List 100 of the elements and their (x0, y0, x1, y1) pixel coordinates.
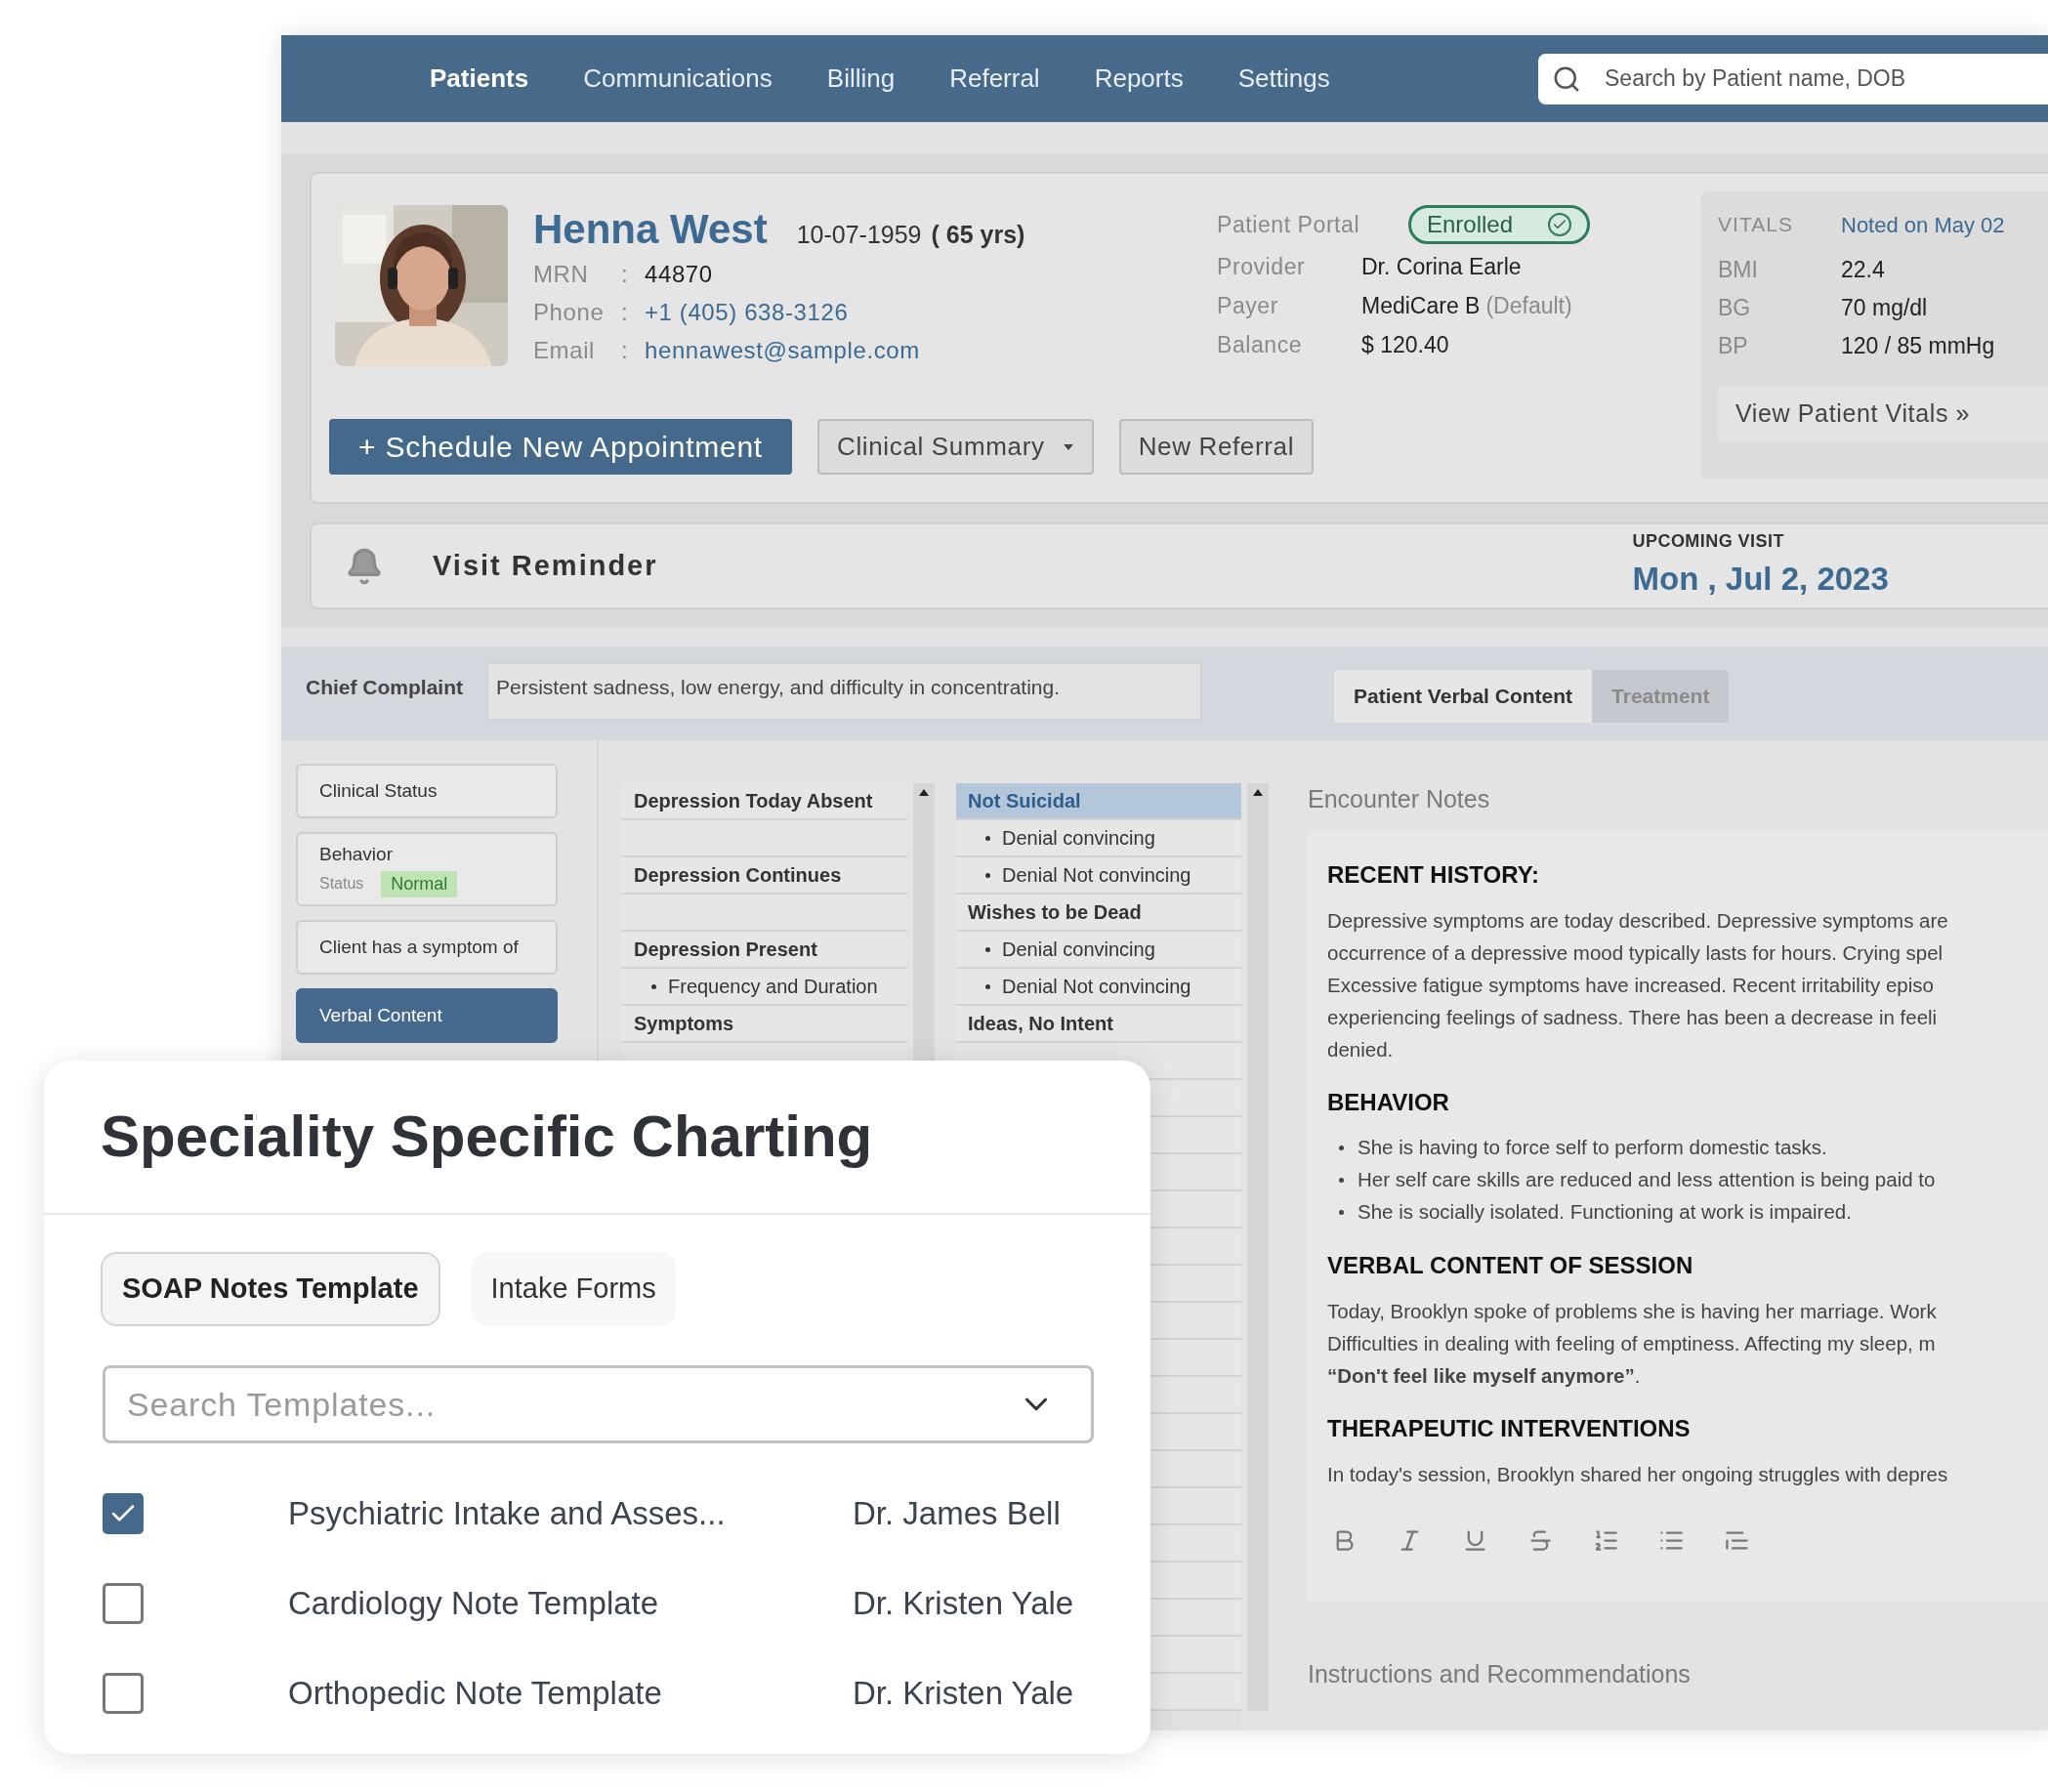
upcoming-visit-label: UPCOMING VISIT (1632, 530, 1785, 554)
field-value: 44870 (645, 260, 713, 289)
bullet-icon (651, 983, 656, 989)
list-option[interactable]: Not Suicidal (956, 783, 1241, 820)
detail-value: MediCare B (1361, 292, 1481, 320)
search-field[interactable]: Search by Patient name, DOB (1538, 53, 2048, 104)
notes-text: Excessive fatigue symptoms have increased. Recent irritability episo (1327, 972, 1935, 998)
portal-label: Patient Portal (1217, 210, 1361, 239)
vital-value: 120 / 85 mmHg (1841, 332, 1995, 360)
template-checkbox[interactable] (103, 1673, 144, 1714)
section-menu-item[interactable]: Clinical Status (296, 764, 558, 818)
notes-text: Depressive symptoms are today described. Depressive symptoms are (1327, 907, 1949, 934)
template-author: Dr. Kristen Yale (853, 1674, 1074, 1713)
section-menu-item[interactable]: Verbal Content (296, 988, 558, 1043)
template-tab[interactable]: SOAP Notes Template (101, 1252, 440, 1326)
notes-editor[interactable] (1308, 829, 2048, 1602)
list-option[interactable]: Ideas, No Intent (956, 1006, 1241, 1043)
reminder-title: Visit Reminder (433, 548, 658, 583)
vital-value: 70 mg/dl (1841, 294, 1928, 322)
template-name: Orthopedic Note Template (288, 1674, 662, 1713)
template-name: Psychiatric Intake and Asses... (288, 1494, 726, 1533)
scroll-up-icon (919, 789, 929, 796)
encounter-notes-title: Encounter Notes (1308, 784, 1491, 814)
nav-link[interactable]: Patients (430, 60, 529, 98)
detail-label: Payer (1217, 292, 1279, 320)
referral-button[interactable]: New Referral (1118, 419, 1315, 475)
notes-text: “Don't feel like myself anymore”. (1327, 1362, 1642, 1389)
field-label: Phone (533, 298, 606, 327)
nav-link[interactable]: Referral (949, 60, 1040, 98)
list-option[interactable]: Denial convincing (956, 820, 1241, 857)
notes-text: Today, Brooklyn spoke of problems she is having her marriage. Work (1327, 1298, 1938, 1324)
chief-complaint-label: Chief Complaint (306, 675, 463, 700)
notes-text: She is socially isolated. Functioning at work is impaired. (1358, 1198, 1852, 1225)
card-title: Speciality Specific Charting (101, 1103, 873, 1171)
patient-age: ( 65 yrs) (931, 220, 1025, 250)
section-menu-item[interactable]: Client has a symptom of (296, 920, 558, 975)
notes-text: occurrence of a depressive mood typically lasts for hours. Crying spel (1327, 939, 1944, 966)
vitals-date: Noted on May 02 (1841, 212, 2005, 239)
list-option[interactable]: Denial convincing (956, 932, 1241, 969)
content-tab[interactable]: Patient Verbal Content (1334, 670, 1593, 723)
notes-text: She is having to force self to perform domestic tasks. (1358, 1134, 1827, 1160)
notes-heading: BEHAVIOR (1327, 1087, 1450, 1117)
field-separator: : (621, 260, 629, 289)
bullet-icon (985, 835, 990, 841)
list-option[interactable]: Depression Today Absent (622, 783, 907, 820)
template-search-field[interactable]: Search Templates... (103, 1365, 1094, 1443)
patient-name: Henna West (533, 205, 768, 254)
notes-heading: RECENT HISTORY: (1327, 859, 1540, 890)
view-vitals-link[interactable]: View Patient Vitals » (1718, 387, 2048, 441)
list-option[interactable]: Frequency and Duration (622, 969, 907, 1006)
contact-link[interactable]: +1 (405) 638-3126 (645, 296, 849, 328)
template-author: Dr. Kristen Yale (853, 1584, 1074, 1623)
status-label: Status (319, 874, 364, 895)
detail-value: $ 120.40 (1361, 331, 1449, 359)
field-separator: : (621, 336, 629, 365)
date-of-birth: 10-07-1959 (796, 220, 922, 250)
vitals-title: VITALS (1718, 212, 1795, 237)
nav-link[interactable]: Communications (583, 60, 773, 98)
field-label: MRN (533, 260, 590, 289)
bullet-icon (985, 983, 990, 989)
instructions-title: Instructions and Recommendations (1308, 1658, 1692, 1689)
list-option[interactable]: Depression Continues (622, 857, 907, 895)
notes-text: experiencing feelings of sadness. There has been a decrease in feeli (1327, 1004, 1939, 1030)
notes-text: Difficulties in dealing with feeling of emptiness. Affecting my sleep, m (1327, 1330, 1937, 1356)
template-author: Dr. James Bell (853, 1494, 1061, 1533)
status-badge: Normal (381, 870, 458, 897)
field-label: Email (533, 336, 596, 365)
nav-link[interactable]: Billing (826, 60, 896, 98)
template-checkbox[interactable] (103, 1493, 144, 1534)
detail-label: Balance (1217, 331, 1304, 359)
list-option[interactable]: Wishes to be Dead (956, 895, 1241, 932)
clinical-summary-dropdown[interactable]: Clinical Summary (816, 419, 1094, 475)
list-option[interactable]: Depression Present (622, 932, 907, 969)
template-tab[interactable]: Intake Forms (471, 1252, 676, 1326)
upcoming-visit-date: Mon , Jul 2, 2023 (1632, 560, 1889, 600)
notes-heading: VERBAL CONTENT OF SESSION (1327, 1250, 1694, 1280)
scroll-up-icon (1253, 789, 1263, 796)
template-checkbox[interactable] (103, 1583, 144, 1624)
schedule-appointment-button[interactable]: + Schedule New Appointment (329, 419, 792, 475)
chief-complaint-field[interactable]: Persistent sadness, low energy, and difficulty in concentrating. (486, 662, 1202, 721)
contact-link[interactable]: hennawest@sample.com (645, 334, 920, 366)
bullet-icon (1339, 1209, 1344, 1215)
payer-note: (Default) (1485, 292, 1572, 320)
detail-label: Provider (1217, 253, 1307, 281)
bell-icon (345, 546, 384, 586)
field-separator: : (621, 298, 629, 327)
list-option[interactable]: Denial Not convincing (956, 969, 1241, 1006)
notes-text: Her self care skills are reduced and less attention is being paid to (1358, 1166, 1936, 1192)
caret-icon (1062, 442, 1074, 451)
nav-link[interactable]: Settings (1237, 60, 1330, 98)
list-option[interactable]: Symptoms (622, 1006, 907, 1043)
notes-text: In today's session, Brooklyn shared her ongoing struggles with depres (1327, 1461, 1949, 1487)
vital-value: 22.4 (1841, 256, 1885, 284)
bullet-icon (985, 946, 990, 952)
notes-text: denied. (1327, 1036, 1395, 1063)
section-menu-item[interactable]: Behavior Status Normal (296, 832, 558, 906)
nav-link[interactable]: Reports (1094, 60, 1184, 98)
enrolled-badge: Enrolled (1408, 205, 1591, 244)
scrollbar[interactable] (1247, 783, 1269, 1711)
list-option[interactable]: Denial Not convincing (956, 857, 1241, 895)
